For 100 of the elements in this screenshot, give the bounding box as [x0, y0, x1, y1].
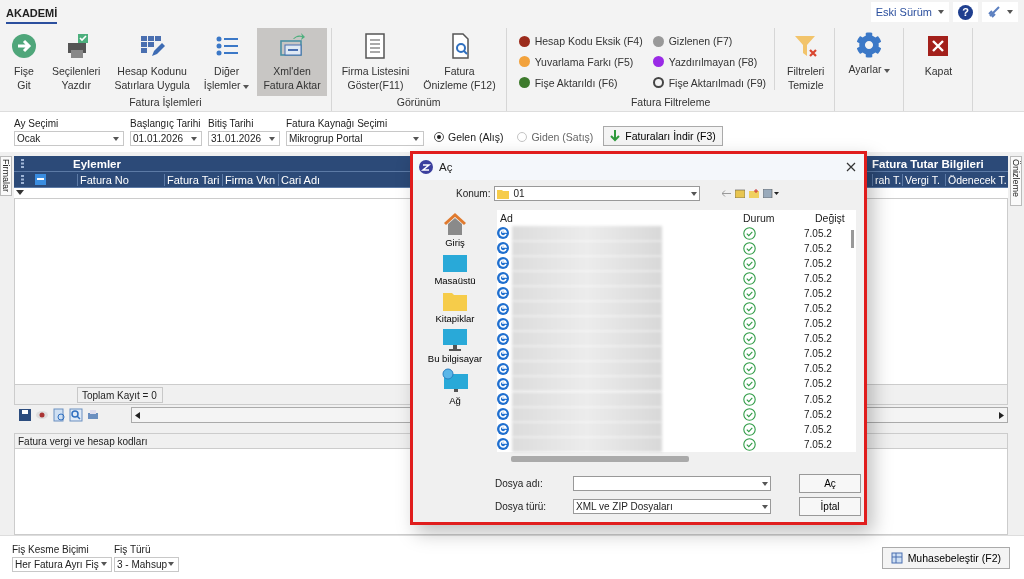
ribbon-button[interactable]: Ayarlar — [839, 28, 900, 94]
dropdown-field[interactable]: Her Fatura Ayrı Fiş — [12, 556, 112, 572]
ribbon-button[interactable]: Firma Listesini Göster(F11) — [335, 28, 416, 97]
home-icon — [442, 212, 468, 236]
link-dropdown[interactable] — [982, 2, 1018, 22]
ribbon-button[interactable]: Diğer İşlemler — [197, 28, 256, 97]
check-circle-icon — [743, 392, 756, 406]
check-circle-icon — [743, 377, 756, 391]
column-header[interactable]: Durum — [743, 211, 815, 224]
ribbon-button[interactable]: Xml'den Fatura Aktar — [257, 28, 327, 97]
place-shortcut[interactable]: Masaüstü — [434, 252, 476, 286]
eye-icon — [35, 408, 49, 422]
column-header[interactable]: rah T. — [872, 173, 902, 186]
ribbon-button[interactable]: Hesap Kodunu Satırlara Uygula — [108, 28, 196, 97]
column-header[interactable]: Değişt — [815, 211, 845, 224]
column-header[interactable]: Ad — [497, 211, 743, 224]
check-circle-icon — [743, 347, 756, 361]
field-label: Fiş Türü — [114, 543, 152, 555]
check-circle-icon — [743, 226, 756, 240]
version-dropdown[interactable]: Eski Sürüm — [870, 2, 949, 22]
field-label: Konum: — [456, 188, 491, 199]
field-label: Dosya adı: — [495, 478, 544, 489]
filter-legend-item[interactable]: Yazdırılmayan (F8) — [652, 54, 767, 70]
side-tab[interactable]: Firmalar — [0, 156, 12, 196]
dropdown-field[interactable]: Mikrogrup Portal — [286, 131, 424, 146]
check-circle-icon — [743, 422, 756, 436]
field-label: Fatura Kaynağı Seçimi — [286, 118, 389, 129]
scrollbar-thumb[interactable] — [511, 456, 689, 462]
group-title: Fatura Filtreleme — [629, 96, 712, 111]
dropdown-field[interactable]: Ocak — [14, 131, 124, 146]
close-icon — [846, 162, 856, 172]
column-header[interactable]: Fatura No — [77, 173, 164, 186]
filename-field[interactable] — [573, 476, 771, 491]
scroll-right-icon — [999, 411, 1004, 419]
grip-icon — [20, 175, 24, 184]
caret-icon — [938, 10, 944, 14]
arrow-down-icon — [610, 130, 621, 142]
caret-icon — [191, 136, 197, 141]
location-dropdown[interactable]: 01 — [494, 186, 701, 201]
grip-icon — [20, 159, 24, 168]
scroll-left-icon — [135, 411, 140, 419]
settings-icon — [856, 32, 883, 58]
modified-date: 7.05.2 — [804, 318, 832, 330]
place-shortcut[interactable]: Giriş — [442, 212, 468, 248]
ribbon-button[interactable]: Fişe Git — [4, 28, 44, 97]
back-icon — [722, 190, 732, 197]
post-button[interactable]: Muhasebeleştir (F2) — [881, 546, 1010, 569]
caret-icon — [101, 562, 107, 566]
download-button[interactable]: Faturaları İndir (F3) — [603, 126, 723, 146]
place-shortcut[interactable]: Kitapiklar — [435, 290, 475, 324]
caret-icon — [269, 136, 275, 141]
ribbon-button[interactable]: Filtreleri Temizle — [781, 28, 831, 97]
column-header[interactable]: Fatura Tari — [164, 173, 222, 186]
caret-icon — [413, 136, 419, 141]
link-icon — [987, 5, 1001, 19]
group-title: Görünüm — [395, 96, 442, 111]
place-shortcut[interactable]: Bu bilgisayar — [427, 328, 483, 364]
radio-button[interactable]: Gelen (Alış) — [430, 128, 508, 146]
ribbon-button[interactable]: Kapat — [908, 28, 969, 94]
filter-legend-item[interactable]: Gizlenen (F7) — [652, 34, 767, 49]
desktop-icon — [442, 252, 468, 274]
zoom-icon — [69, 408, 83, 422]
caret-icon — [691, 191, 698, 196]
help-button[interactable]: ? — [953, 2, 978, 22]
open-button[interactable]: Aç — [799, 474, 861, 493]
column-header[interactable]: Firma Vkn — [222, 173, 278, 186]
check-circle-icon — [743, 271, 756, 285]
ribbon-button[interactable]: Fatura Önizleme (F12) — [417, 28, 502, 97]
collapse-button[interactable] — [35, 174, 46, 185]
minus-icon — [37, 178, 44, 181]
dropdown-field[interactable]: 01.01.2026 — [130, 131, 202, 146]
ribbon-button[interactable]: Seçilenleri Yazdır — [46, 28, 107, 97]
scrollbar-thumb[interactable] — [851, 230, 854, 248]
filter-legend-item[interactable]: Fişe Aktarılmadı (F9) — [652, 75, 767, 90]
dropdown-field[interactable]: 31.01.2026 — [208, 131, 280, 146]
filter-legend-item[interactable]: Hesap Kodu Eksik (F4) — [518, 34, 643, 49]
folder-icon — [442, 290, 468, 312]
radio-button[interactable]: Giden (Satış) — [513, 128, 598, 146]
side-tab[interactable]: Önizleme — [1010, 156, 1022, 206]
cancel-button[interactable]: İptal — [799, 497, 861, 516]
dropdown-field[interactable]: 3 - Mahsup — [114, 556, 179, 572]
check-circle-icon — [743, 241, 756, 255]
place-shortcut[interactable]: Ağ — [441, 368, 469, 406]
caret-icon — [762, 504, 768, 509]
column-header[interactable]: Vergi T. — [902, 173, 945, 186]
column-group-header: Fatura Tutar Bilgileri — [872, 157, 985, 170]
network-icon — [441, 368, 469, 394]
check-circle-icon — [743, 302, 756, 315]
file-type-dropdown[interactable]: XML ve ZIP Dosyaları — [573, 499, 771, 514]
check-circle-icon — [743, 407, 756, 421]
arrow-right-icon — [10, 32, 38, 60]
filter-legend-item[interactable]: Yuvarlama Farkı (F5) — [518, 54, 643, 70]
column-header[interactable]: Ödenecek T. — [945, 173, 1008, 186]
modified-date: 7.05.2 — [804, 333, 832, 345]
field-label: Fiş Kesme Biçimi — [12, 543, 90, 555]
view-menu-icon — [763, 189, 780, 198]
filter-legend-item[interactable]: Fişe Aktarıldı (F6) — [518, 75, 643, 90]
group-title: Fatura İşlemleri — [128, 96, 203, 111]
dialog-title: Aç — [439, 161, 454, 173]
modified-date: 7.05.2 — [804, 287, 832, 299]
